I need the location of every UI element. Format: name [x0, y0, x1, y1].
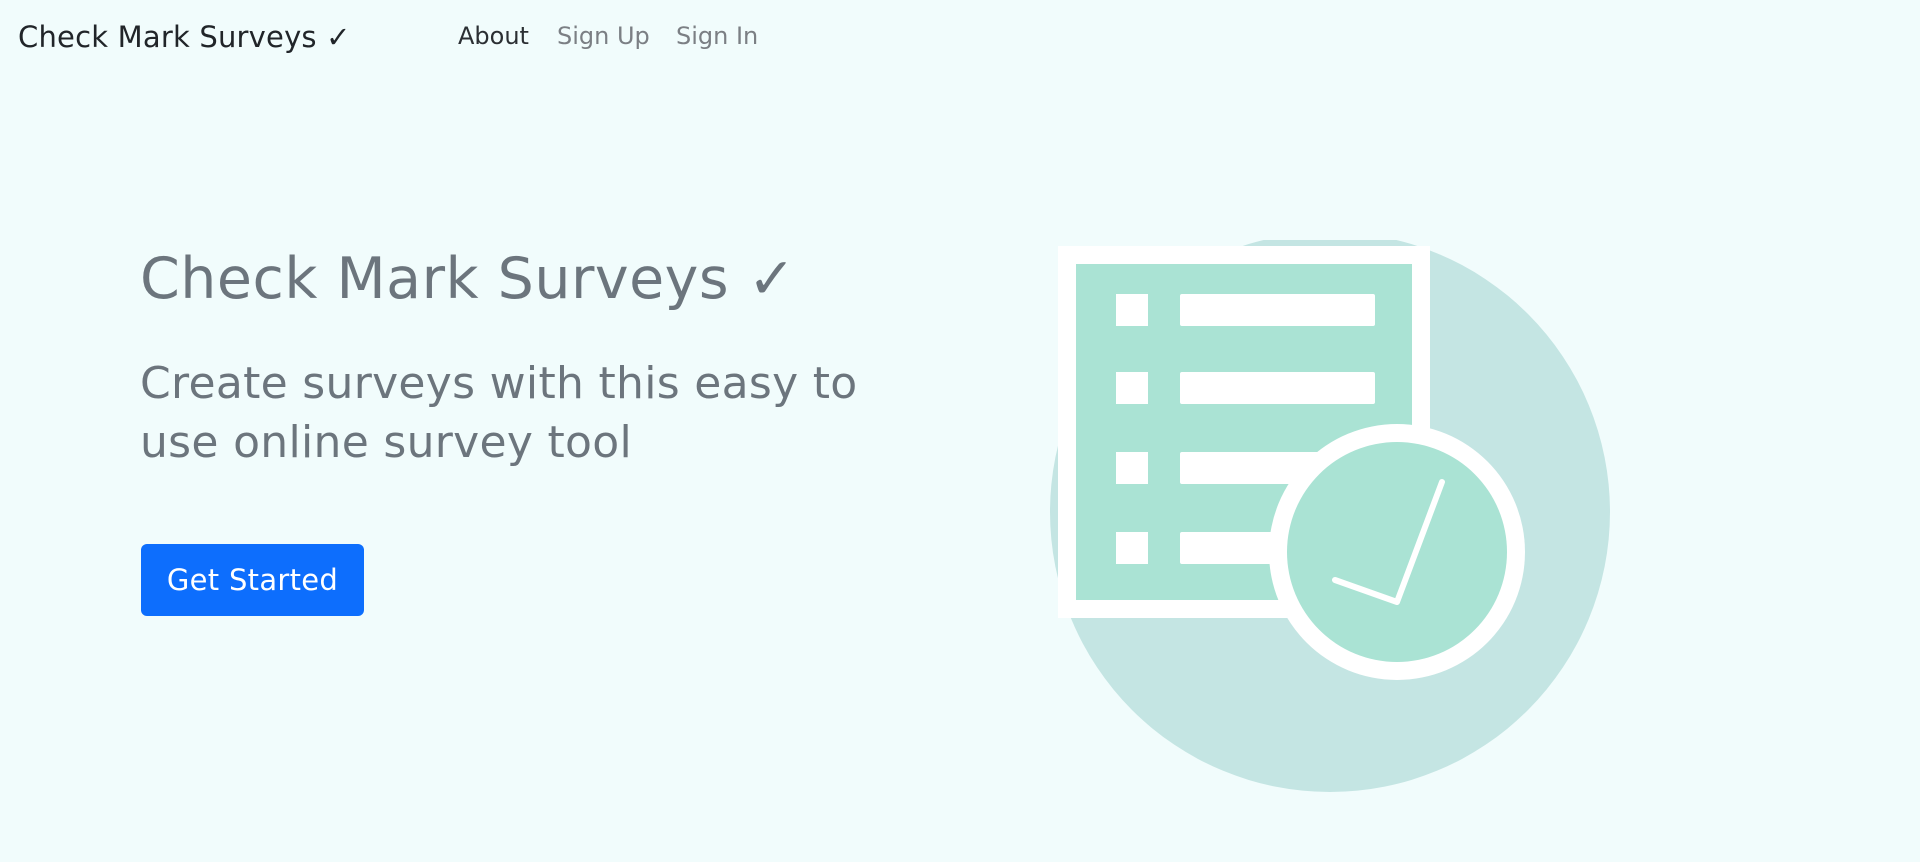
nav-link-sign-up[interactable]: Sign Up — [557, 22, 650, 50]
check-badge-fill — [1287, 442, 1507, 662]
row-2-checkbox — [1116, 372, 1148, 404]
navbar: Check Mark Surveys ✓ About Sign Up Sign … — [0, 0, 1920, 78]
row-1-line — [1180, 294, 1375, 326]
row-4-checkbox — [1116, 532, 1148, 564]
row-1-checkbox — [1116, 294, 1148, 326]
nav-link-about[interactable]: About — [458, 22, 529, 50]
brand-logo-link[interactable]: Check Mark Surveys ✓ — [18, 20, 351, 54]
row-2-line — [1180, 372, 1375, 404]
get-started-button[interactable]: Get Started — [141, 544, 364, 616]
hero-subtitle: Create surveys with this easy to use onl… — [140, 358, 858, 468]
nav-link-sign-in[interactable]: Sign In — [676, 22, 758, 50]
survey-checklist-icon — [1050, 240, 1610, 792]
hero-title: Check Mark Surveys ✓ — [140, 246, 796, 312]
row-3-checkbox — [1116, 452, 1148, 484]
